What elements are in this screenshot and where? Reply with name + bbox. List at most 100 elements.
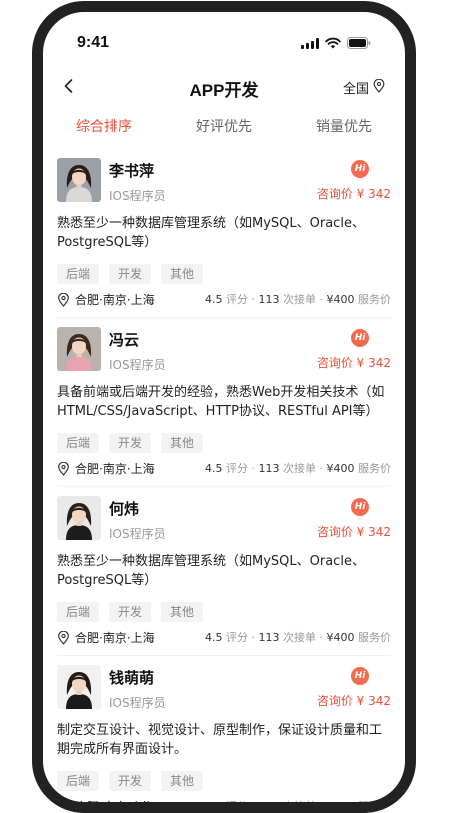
developer-description: 具备前端或后端开发的经验，熟悉Web开发相关技术（如HTML/CSS/JavaS… — [57, 385, 385, 419]
stats-line: 4.5 评分 · 113 次接单 · ¥400 服务价 — [205, 460, 391, 476]
tag-chip: 后端 — [57, 433, 100, 453]
developer-role: IOS程序员 — [109, 358, 166, 372]
service-label: 服务价 — [354, 631, 391, 644]
rating-label: 评分 · — [222, 293, 259, 306]
service-price: ¥400 — [326, 800, 355, 813]
location-text: 合肥·南京·上海 — [75, 631, 155, 645]
consult-price: 咨询价 ¥ 342 — [316, 356, 391, 370]
tag-chip: 其他 — [161, 602, 204, 622]
developer-name: 冯云 — [109, 331, 140, 349]
rating-label: 评分 · — [222, 631, 259, 644]
consult-price: 咨询价 ¥ 342 — [316, 187, 391, 201]
meta-row: 合肥·南京·上海 4.5 评分 · 113 次接单 · ¥400 服务价 — [57, 291, 391, 307]
hi-chat-badge[interactable]: Hi — [351, 667, 369, 685]
tag-chip: 后端 — [57, 264, 100, 284]
service-price: ¥400 — [326, 462, 355, 475]
tab-best-selling[interactable]: 销量优先 — [316, 116, 372, 136]
tag-chip: 开发 — [109, 264, 152, 284]
orders-label: 次接单 · — [279, 462, 327, 475]
location-pin-icon — [57, 461, 70, 476]
tag-list: 后端 开发 其他 — [57, 433, 204, 453]
stats-line: 4.5 评分 · 113 次接单 · ¥400 服务价 — [205, 798, 391, 813]
order-count: 113 — [258, 631, 280, 644]
rating-label: 评分 · — [222, 800, 259, 813]
avatar — [57, 158, 101, 202]
developer-role: IOS程序员 — [109, 696, 166, 710]
app-screen: 9:41 APP开发 全国 综合排序 好评优先 销量优先 李书萍 IOS程序员 … — [43, 12, 405, 813]
meta-row: 合肥·南京·上海 4.5 评分 · 113 次接单 · ¥400 服务价 — [57, 629, 391, 645]
location-text: 合肥·南京·上海 — [75, 800, 155, 813]
tab-top-rated[interactable]: 好评优先 — [196, 116, 252, 136]
service-label: 服务价 — [354, 800, 391, 813]
orders-label: 次接单 · — [279, 800, 327, 813]
tab-comprehensive[interactable]: 综合排序 — [76, 116, 132, 136]
location-text: 合肥·南京·上海 — [75, 293, 155, 307]
meta-row: 合肥·南京·上海 4.5 评分 · 113 次接单 · ¥400 服务价 — [57, 460, 391, 476]
service-label: 服务价 — [354, 462, 391, 475]
developer-card[interactable]: 李书萍 IOS程序员 Hi 咨询价 ¥ 342 熟悉至少一种数据库管理系统（如M… — [57, 148, 391, 318]
cellular-signal-icon — [301, 37, 319, 49]
tag-chip: 开发 — [109, 602, 152, 622]
tag-chip: 开发 — [109, 771, 152, 791]
hi-chat-badge[interactable]: Hi — [351, 498, 369, 516]
rating-value: 4.5 — [205, 462, 223, 475]
tag-list: 后端 开发 其他 — [57, 602, 204, 622]
wifi-icon — [325, 37, 341, 49]
developer-card[interactable]: 冯云 IOS程序员 Hi 咨询价 ¥ 342 具备前端或后端开发的经验，熟悉We… — [57, 317, 391, 487]
tag-chip: 后端 — [57, 602, 100, 622]
tag-chip: 后端 — [57, 771, 100, 791]
hi-chat-badge[interactable]: Hi — [351, 160, 369, 178]
nav-bar: APP开发 全国 — [43, 68, 405, 104]
rating-value: 4.5 — [205, 800, 223, 813]
location-pin-icon — [57, 799, 70, 802]
location-pin-icon — [57, 292, 70, 307]
tag-chip: 其他 — [161, 433, 204, 453]
developer-name: 钱萌萌 — [109, 669, 155, 687]
service-price: ¥400 — [326, 293, 355, 306]
region-label: 全国 — [342, 82, 369, 97]
tag-list: 后端 开发 其他 — [57, 264, 204, 284]
developer-card[interactable]: 何炜 IOS程序员 Hi 咨询价 ¥ 342 熟悉至少一种数据库管理系统（如My… — [57, 486, 391, 656]
consult-price: 咨询价 ¥ 342 — [316, 525, 391, 539]
region-selector[interactable]: 全国 — [343, 78, 385, 97]
rating-value: 4.5 — [205, 631, 223, 644]
avatar — [57, 665, 101, 709]
tag-chip: 其他 — [161, 771, 204, 791]
tag-chip: 其他 — [161, 264, 204, 284]
status-time: 9:41 — [77, 34, 110, 51]
tag-list: 后端 开发 其他 — [57, 771, 204, 791]
developer-role: IOS程序员 — [109, 527, 166, 541]
sort-tabs: 综合排序 好评优先 销量优先 — [43, 116, 405, 140]
order-count: 113 — [258, 293, 280, 306]
developer-card[interactable]: 钱萌萌 IOS程序员 Hi 咨询价 ¥ 342 制定交互设计、视觉设计、原型制作… — [57, 655, 391, 813]
hi-chat-badge[interactable]: Hi — [351, 329, 369, 347]
consult-price: 咨询价 ¥ 342 — [316, 694, 391, 708]
status-icons — [301, 37, 371, 49]
service-price: ¥400 — [326, 631, 355, 644]
avatar — [57, 327, 101, 371]
orders-label: 次接单 · — [279, 293, 327, 306]
order-count: 113 — [258, 462, 280, 475]
location-text: 合肥·南京·上海 — [75, 462, 155, 476]
location-pin-icon — [373, 78, 385, 97]
stats-line: 4.5 评分 · 113 次接单 · ¥400 服务价 — [205, 291, 391, 307]
battery-icon — [347, 37, 371, 49]
developer-name: 李书萍 — [109, 162, 155, 180]
developer-name: 何炜 — [109, 500, 140, 518]
stats-line: 4.5 评分 · 113 次接单 · ¥400 服务价 — [205, 629, 391, 645]
service-label: 服务价 — [354, 293, 391, 306]
order-count: 113 — [258, 800, 280, 813]
rating-label: 评分 · — [222, 462, 259, 475]
location-pin-icon — [57, 630, 70, 645]
phone-frame: 9:41 APP开发 全国 综合排序 好评优先 销量优先 李书萍 IOS程序员 … — [32, 1, 416, 813]
developer-description: 熟悉至少一种数据库管理系统（如MySQL、Oracle、PostgreSQL等） — [57, 554, 365, 588]
status-bar: 9:41 — [43, 12, 405, 56]
developer-description: 制定交互设计、视觉设计、原型制作，保证设计质量和工期完成所有界面设计。 — [57, 723, 383, 757]
developer-role: IOS程序员 — [109, 189, 166, 203]
rating-value: 4.5 — [205, 293, 223, 306]
orders-label: 次接单 · — [279, 631, 327, 644]
developer-description: 熟悉至少一种数据库管理系统（如MySQL、Oracle、PostgreSQL等） — [57, 216, 365, 250]
meta-row: 合肥·南京·上海 4.5 评分 · 113 次接单 · ¥400 服务价 — [57, 798, 391, 813]
avatar — [57, 496, 101, 540]
tag-chip: 开发 — [109, 433, 152, 453]
